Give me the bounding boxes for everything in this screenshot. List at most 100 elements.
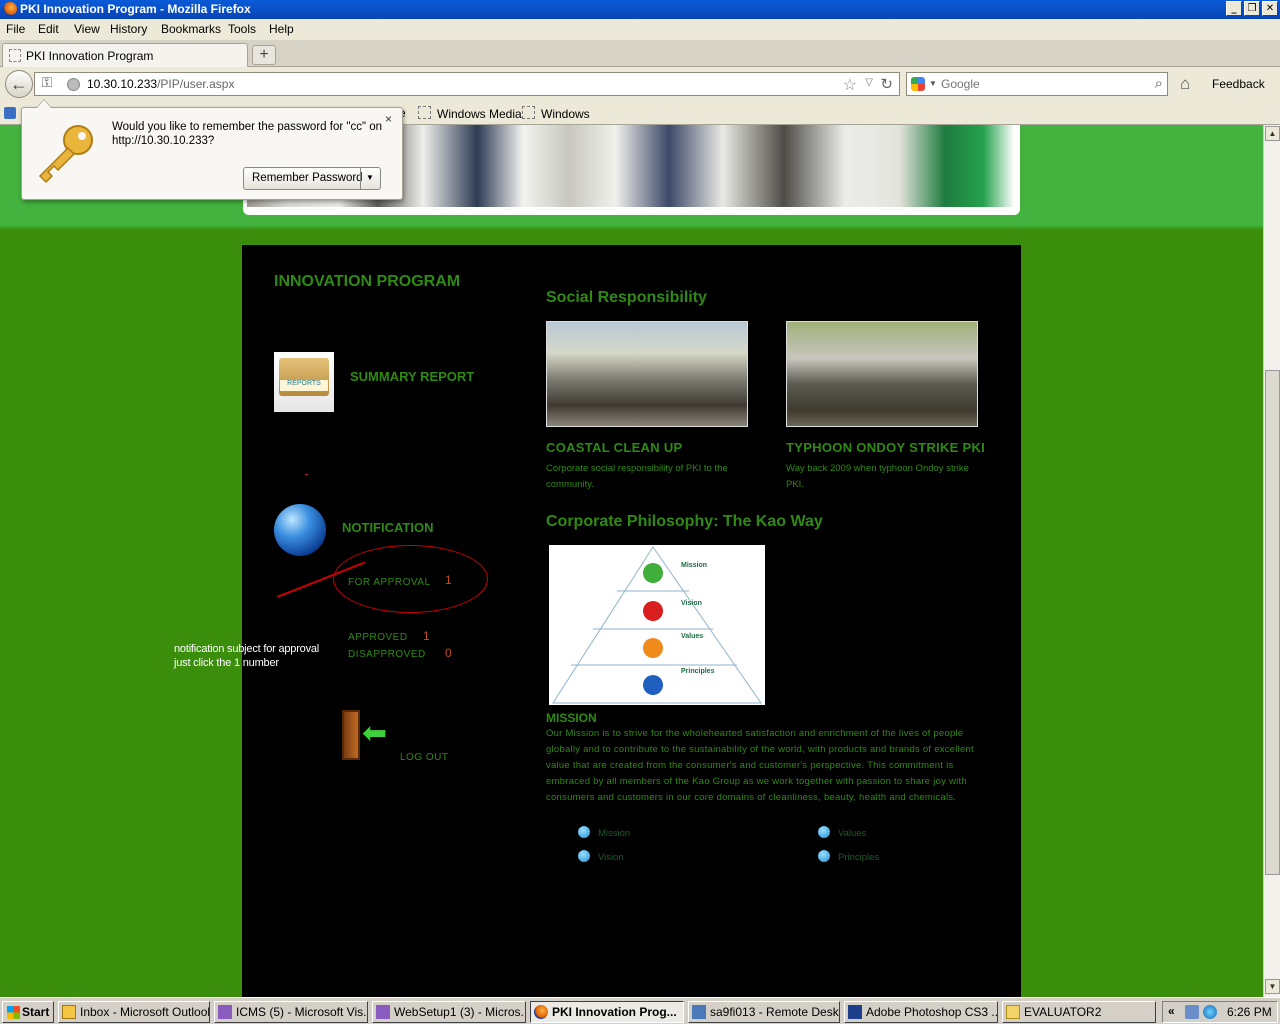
- windows-taskbar: Start Inbox - Microsoft Outlook ICMS (5)…: [0, 997, 1280, 1024]
- annotation-text: notification subject for approval just c…: [174, 642, 319, 670]
- logout-link[interactable]: LOG OUT: [400, 752, 449, 763]
- task-websetup[interactable]: WebSetup1 (3) - Micros...: [372, 1001, 526, 1023]
- scroll-thumb[interactable]: [1265, 370, 1280, 875]
- link-vision-label: Vision: [598, 852, 624, 863]
- pyramid-vision-label: Vision: [681, 600, 702, 607]
- system-tray: « 6:26 PM: [1162, 1001, 1278, 1023]
- typhoon-title[interactable]: TYPHOON ONDOY STRIKE PKI: [786, 440, 985, 455]
- back-button[interactable]: ←: [5, 70, 33, 98]
- remember-password-button[interactable]: Remember Password ▼: [243, 167, 381, 190]
- start-button[interactable]: Start: [2, 1001, 54, 1023]
- home-icon[interactable]: ⌂: [1180, 74, 1190, 94]
- coastal-cleanup-photo[interactable]: [546, 321, 748, 427]
- network-icon[interactable]: [1185, 1005, 1199, 1019]
- url-bar[interactable]: ⚿ 10.30.10.233/PIP/user.aspx ☆ ▽ ↻: [34, 72, 900, 96]
- search-box[interactable]: ▼ ⌕: [906, 72, 1168, 96]
- task-label: EVALUATOR2: [1024, 1005, 1102, 1019]
- visual-studio-icon: [218, 1005, 232, 1019]
- key-icon: [38, 125, 93, 184]
- minimize-button[interactable]: _: [1226, 1, 1242, 16]
- key-icon[interactable]: ⚿: [37, 74, 57, 94]
- annotation-line1: notification subject for approval: [174, 643, 320, 655]
- site-identity-icon[interactable]: [67, 78, 80, 91]
- bullet-icon: [818, 850, 830, 862]
- clock[interactable]: 6:26 PM: [1227, 1005, 1272, 1019]
- task-label: Adobe Photoshop CS3 ...: [866, 1005, 998, 1019]
- search-input[interactable]: [941, 76, 1141, 92]
- button-separator: [360, 168, 361, 189]
- close-button[interactable]: ✕: [1262, 1, 1278, 16]
- for-approval-label: FOR APPROVAL: [348, 577, 431, 588]
- url-dropdown-icon[interactable]: ▽: [865, 77, 873, 88]
- remember-password-label: Remember Password: [252, 172, 363, 184]
- menu-view[interactable]: View: [74, 22, 100, 36]
- window-titlebar: PKI Innovation Program - Mozilla Firefox…: [0, 0, 1280, 19]
- task-icms[interactable]: ICMS (5) - Microsoft Vis...: [214, 1001, 368, 1023]
- menu-file[interactable]: File: [6, 22, 25, 36]
- new-tab-button[interactable]: +: [252, 45, 276, 65]
- link-values[interactable]: Values: [818, 826, 867, 839]
- menu-edit[interactable]: Edit: [38, 22, 59, 36]
- tray-expand-icon[interactable]: «: [1168, 1004, 1175, 1018]
- task-photoshop[interactable]: Adobe Photoshop CS3 ...: [844, 1001, 998, 1023]
- pyramid-mission-label: Mission: [681, 562, 708, 569]
- typhoon-photo[interactable]: [786, 321, 978, 427]
- typhoon-desc: Way back 2009 when typhoon Ondoy strike …: [786, 463, 969, 490]
- scroll-up-arrow[interactable]: ▲: [1265, 126, 1280, 141]
- menu-bookmarks[interactable]: Bookmarks: [161, 22, 221, 36]
- link-principles[interactable]: Principles: [818, 850, 879, 863]
- link-values-label: Values: [838, 828, 867, 839]
- remote-desktop-icon: [692, 1005, 706, 1019]
- approved-count-link[interactable]: 1: [423, 629, 430, 643]
- bookmark-windows-media[interactable]: Windows Media: [418, 106, 522, 121]
- menu-bar: File Edit View History Bookmarks Tools H…: [0, 19, 1280, 40]
- reload-icon[interactable]: ↻: [880, 75, 893, 93]
- google-icon[interactable]: [911, 77, 925, 91]
- search-engine-dropdown-icon[interactable]: ▼: [929, 79, 937, 88]
- tab-pki-innovation[interactable]: PKI Innovation Program: [2, 43, 248, 67]
- scroll-down-arrow[interactable]: ▼: [1265, 979, 1280, 994]
- pyramid-graphic: [552, 546, 762, 704]
- task-firefox-pki[interactable]: PKI Innovation Prog...: [530, 1001, 684, 1023]
- bookmark-star-icon[interactable]: ☆: [843, 75, 857, 95]
- task-evaluator2[interactable]: EVALUATOR2: [1002, 1001, 1156, 1023]
- bookmark-windows[interactable]: Windows: [522, 106, 590, 121]
- reports-icon[interactable]: REPORTS: [274, 352, 334, 412]
- windows-logo-icon: [7, 1006, 20, 1019]
- tab-strip: PKI Innovation Program +: [0, 40, 1280, 67]
- photoshop-icon: [848, 1005, 862, 1019]
- link-vision[interactable]: Vision: [578, 850, 624, 863]
- menu-help[interactable]: Help: [269, 22, 294, 36]
- bookmarks-icon[interactable]: [4, 107, 16, 119]
- task-outlook[interactable]: Inbox - Microsoft Outlook: [58, 1001, 210, 1023]
- summary-report-link[interactable]: SUMMARY REPORT: [350, 369, 474, 384]
- social-responsibility-title: Social Responsibility: [546, 289, 707, 306]
- outlook-icon: [62, 1005, 76, 1019]
- bullet-icon: [578, 850, 590, 862]
- globe-icon: [274, 504, 326, 556]
- coastal-cleanup-title[interactable]: COASTAL CLEAN UP: [546, 440, 683, 455]
- feedback-button[interactable]: Feedback: [1212, 77, 1265, 91]
- pyramid-principles-label: Principles: [681, 668, 715, 675]
- arrow-left-icon[interactable]: ⬅: [362, 719, 387, 749]
- link-mission[interactable]: Mission: [578, 826, 630, 839]
- firefox-icon: [3, 2, 17, 16]
- pyramid-values-label: Values: [681, 633, 704, 640]
- menu-tools[interactable]: Tools: [228, 22, 256, 36]
- bullet-icon: [818, 826, 830, 838]
- popup-close-icon[interactable]: ×: [385, 112, 392, 126]
- coastal-cleanup-desc: Corporate social responsibility of PKI t…: [546, 463, 728, 490]
- door-icon[interactable]: [342, 710, 360, 760]
- maximize-button[interactable]: ❐: [1244, 1, 1260, 16]
- vertical-scrollbar[interactable]: ▲ ▼: [1263, 125, 1280, 997]
- chevron-down-icon[interactable]: ▼: [366, 173, 374, 182]
- task-remote-desktop[interactable]: sa9fi013 - Remote Desk...: [688, 1001, 840, 1023]
- disapproved-count-link[interactable]: 0: [445, 646, 452, 660]
- for-approval-count-link[interactable]: 1: [445, 573, 452, 587]
- globe-tray-icon[interactable]: [1203, 1005, 1217, 1019]
- task-label: sa9fi013 - Remote Desk...: [710, 1005, 840, 1019]
- search-icon[interactable]: ⌕: [1155, 75, 1163, 92]
- url-text[interactable]: 10.30.10.233/PIP/user.aspx: [87, 77, 234, 91]
- menu-history[interactable]: History: [110, 22, 147, 36]
- task-label: PKI Innovation Prog...: [552, 1005, 677, 1019]
